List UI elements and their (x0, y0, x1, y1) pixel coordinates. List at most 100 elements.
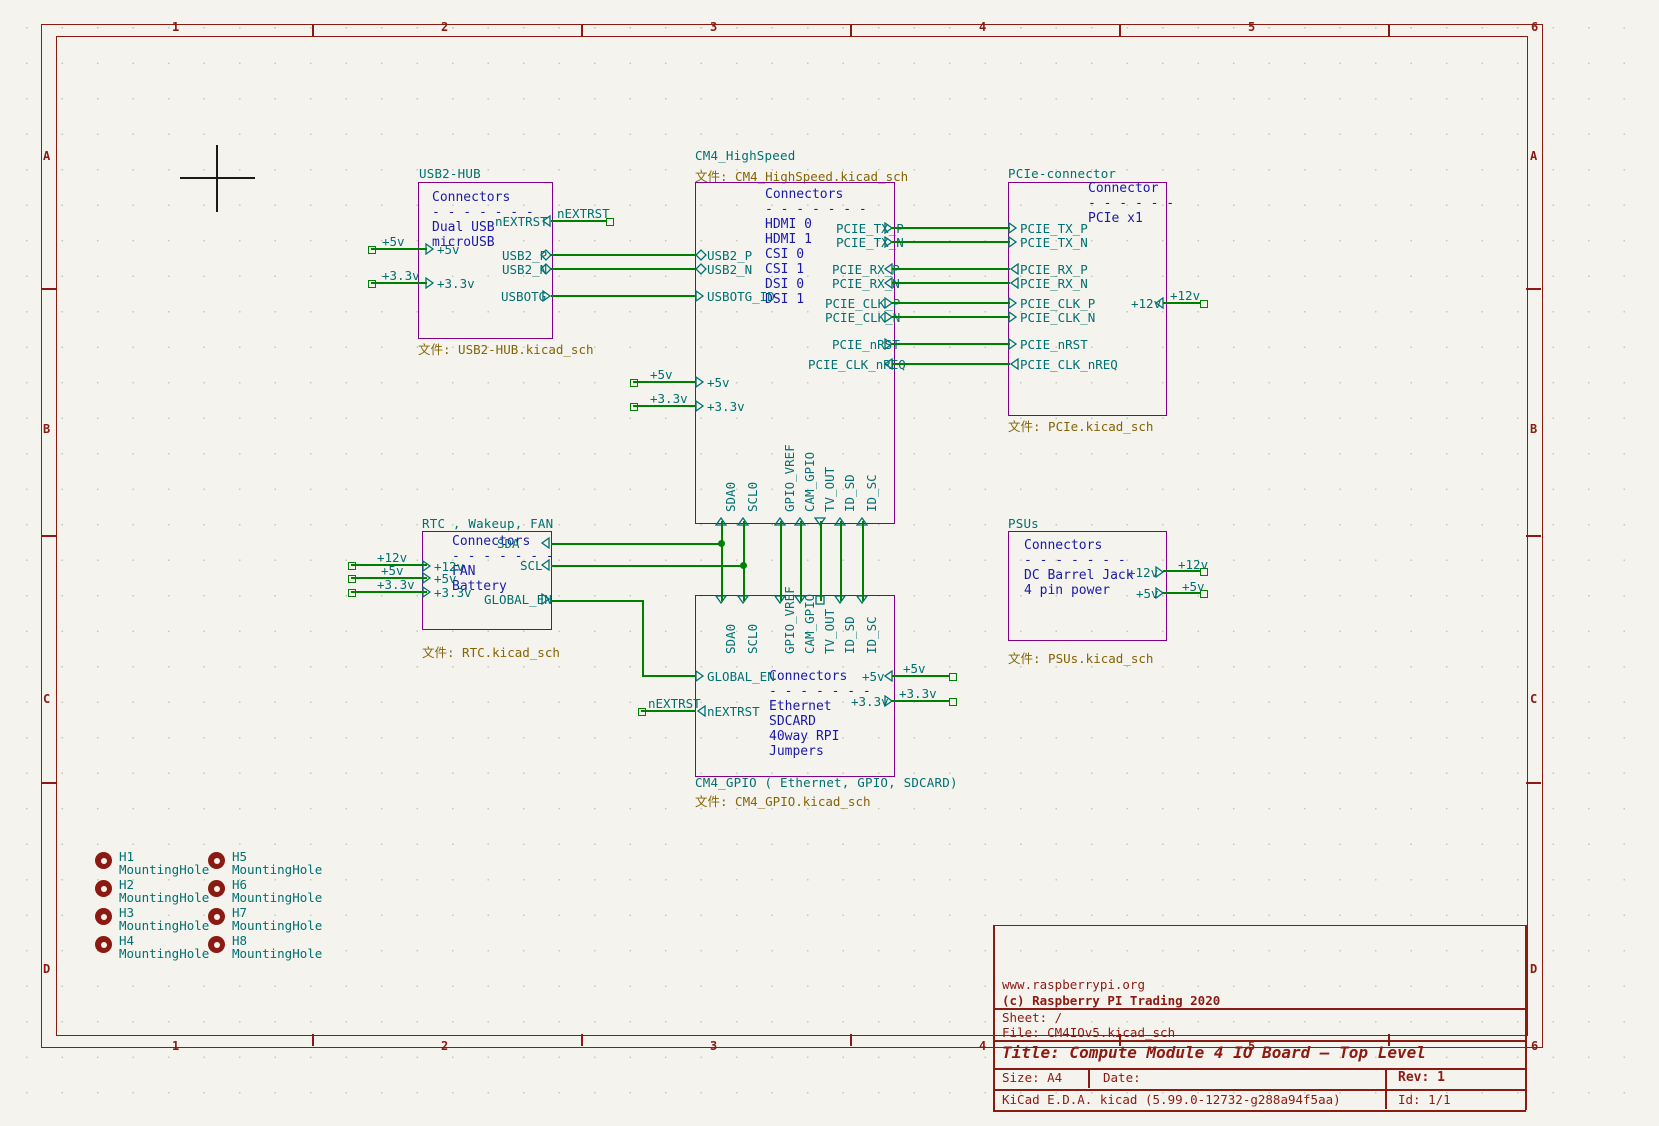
frame-tick (1526, 782, 1541, 784)
wire-pcie-tx-p (892, 227, 1010, 229)
frame-tick (850, 24, 852, 37)
mounting-hole-value: MountingHole (119, 862, 210, 877)
sheet-pin-usb2hub-3v3: +3.3v (437, 276, 475, 291)
wire-pcie-rx-p (892, 268, 1010, 270)
cursor-crosshair-vertical (216, 145, 218, 212)
mounting-hole-value: MountingHole (119, 946, 210, 961)
title-block-vdivider (1088, 1068, 1090, 1088)
net-label-nextrst-bottom: nEXTRST (648, 696, 701, 711)
frame-tick (41, 535, 56, 537)
wire-junction-sda (718, 540, 725, 547)
frame-row-b-right: B (1530, 422, 1538, 436)
frame-col-2-top: 2 (441, 20, 449, 34)
frame-col-3-bottom: 3 (710, 1039, 718, 1053)
mounting-hole-ring-icon (208, 908, 225, 925)
frame-tick (41, 782, 56, 784)
frame-row-d-right: D (1530, 962, 1538, 976)
sheet-pin-bidir-symbol (540, 537, 550, 549)
title-block-left-border (993, 925, 995, 1110)
sheet-pin-pcie-clk-p: PCIE_CLK_P (1020, 296, 1096, 311)
wire-scl (551, 565, 745, 567)
sheet-pin-cm4hs-scl0: SCL0 (745, 481, 760, 512)
sheet-pin-bidir-symbol (695, 263, 707, 275)
sheet-pin-cm4gpio-scl0: SCL0 (745, 623, 760, 654)
net-label-3v3-rtc: +3.3v (377, 577, 415, 592)
title-block-divider (993, 1089, 1526, 1091)
title-block-copyright: (c) Raspberry PI Trading 2020 (1002, 993, 1221, 1008)
sheet-pin-pcie-tx-n: PCIE_TX_N (1020, 235, 1088, 250)
title-block-id: Id: 1/1 (1398, 1092, 1451, 1107)
sheet-title-cm4-highspeed: CM4_HighSpeed (695, 148, 796, 163)
frame-tick (1388, 24, 1390, 37)
title-block-divider (993, 1008, 1526, 1010)
sheet-pin-rtc-sda: SDA (497, 536, 520, 551)
sheet-pin-rtc-3v3: +3.3v (434, 585, 472, 600)
frame-tick (581, 24, 583, 37)
mounting-hole-value: MountingHole (232, 918, 323, 933)
frame-tick (850, 1034, 852, 1046)
mounting-hole-ring-icon (95, 880, 112, 897)
title-block-divider (993, 1040, 1526, 1042)
wire-junction-scl (740, 562, 747, 569)
sheet-pin-pcie-nrst: PCIE_nRST (1020, 337, 1088, 352)
title-block-date: Date: (1103, 1070, 1141, 1085)
wire-usbotg (551, 295, 696, 297)
sheet-pin-cm4hs-id-sd: ID_SD (842, 474, 857, 512)
sheet-pin-cm4hs-usb2p: USB2_P (707, 248, 753, 263)
sheet-file-usb2-hub: 文件: USB2-HUB.kicad_sch (418, 342, 594, 357)
schematic-canvas[interactable]: 1 2 3 4 5 6 1 2 3 4 5 6 A B C D A B C D … (0, 0, 1659, 1126)
frame-row-c-right: C (1530, 692, 1538, 706)
net-label-5v-rtc: +5v (381, 563, 404, 578)
wire-pcie-clk-n (892, 316, 1010, 318)
title-block-website: www.raspberrypi.org (1002, 977, 1145, 992)
wire-pcie-tx-n (892, 241, 1010, 243)
frame-col-3-top: 3 (710, 20, 718, 34)
net-label-5v-cm4hs: +5v (650, 367, 673, 382)
frame-tick (312, 24, 314, 37)
frame-row-b-left: B (43, 422, 51, 436)
sheet-pin-cm4hs-gpio-vref: GPIO_VREF (782, 444, 797, 512)
mounting-hole-value: MountingHole (119, 918, 210, 933)
sheet-body-pcie-connector: Connector - - - - - - PCIe x1 (1088, 181, 1175, 226)
mounting-hole-ring-icon (95, 852, 112, 869)
sheet-pin-cm4gpio-id-sc: ID_SC (864, 616, 879, 654)
wire-global-en-vert (642, 600, 644, 676)
mounting-hole-ring-icon (208, 852, 225, 869)
sheet-title-pcie-connector: PCIe-connector (1008, 166, 1117, 181)
sheet-pin-rtc-5v: +5v (434, 571, 457, 586)
frame-col-6-bottom: 6 (1531, 1039, 1539, 1053)
wire-endpoint (1200, 300, 1208, 308)
title-block-tool: KiCad E.D.A. kicad (5.99.0-12732-g288a94… (1002, 1092, 1341, 1107)
mounting-hole-ring-icon (95, 908, 112, 925)
sheet-pin-bidir-symbol (540, 559, 550, 571)
wire-endpoint (949, 673, 957, 681)
title-block-bottom-border (993, 1110, 1526, 1112)
frame-tick (1526, 288, 1541, 290)
sheet-pin-pcie-rx-p: PCIE_RX_P (1020, 262, 1088, 277)
mounting-hole-value: MountingHole (232, 946, 323, 961)
sheet-pin-pcie-rx-n: PCIE_RX_N (1020, 276, 1088, 291)
sheet-pin-in-symbol (422, 560, 432, 572)
sheet-pin-out-symbol (1155, 566, 1165, 578)
sheet-pin-cm4gpio-tv-out: TV_OUT (822, 608, 837, 654)
sheet-pin-in-symbol (695, 290, 705, 302)
sheet-pin-cm4gpio-sda0: SDA0 (723, 623, 738, 654)
wire-endpoint (949, 698, 957, 706)
net-label-3v3: +3.3v (382, 268, 420, 283)
frame-tick (1119, 24, 1121, 37)
net-label-5v: +5v (382, 234, 405, 249)
wire-gpio-vref (780, 521, 782, 601)
mounting-hole-value: MountingHole (232, 890, 323, 905)
sheet-pin-pcie-tx-p: PCIE_TX_P (1020, 221, 1088, 236)
wire-pcie-clk-nreq (892, 363, 1010, 365)
wire-tv-out (820, 521, 822, 601)
title-block-right-border (1525, 925, 1527, 1110)
sheet-file-pcie-connector: 文件: PCIe.kicad_sch (1008, 419, 1154, 434)
frame-row-d-left: D (43, 962, 51, 976)
mounting-hole-value: MountingHole (119, 890, 210, 905)
sheet-file-cm4-gpio: 文件: CM4_GPIO.kicad_sch (695, 794, 871, 809)
sheet-pin-cm4hs-tv-out: TV_OUT (822, 466, 837, 512)
net-label-12v-pcie: +12v (1170, 288, 1201, 303)
sheet-pin-cm4hs-usbotgid: USBOTG_ID (707, 289, 775, 304)
title-block-rev: Rev: 1 (1398, 1070, 1445, 1085)
